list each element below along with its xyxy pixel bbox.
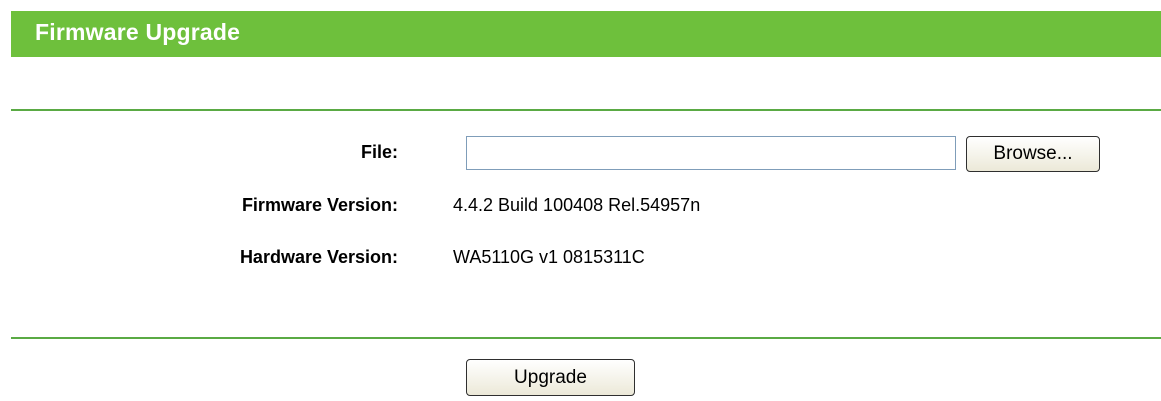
upgrade-button[interactable]: Upgrade <box>466 359 635 396</box>
hardware-version-value: WA5110G v1 0815311C <box>453 247 645 267</box>
top-divider <box>11 109 1161 111</box>
browse-button[interactable]: Browse... <box>966 136 1100 172</box>
hardware-version-label: Hardware Version: <box>239 247 398 267</box>
page-header: Firmware Upgrade <box>11 11 1161 57</box>
bottom-divider <box>11 337 1161 339</box>
file-label: File: <box>360 142 398 162</box>
file-path-input[interactable] <box>466 136 956 170</box>
firmware-version-label: Firmware Version: <box>241 195 398 215</box>
firmware-version-value: 4.4.2 Build 100408 Rel.54957n <box>453 195 701 215</box>
page-title: Firmware Upgrade <box>35 19 241 45</box>
